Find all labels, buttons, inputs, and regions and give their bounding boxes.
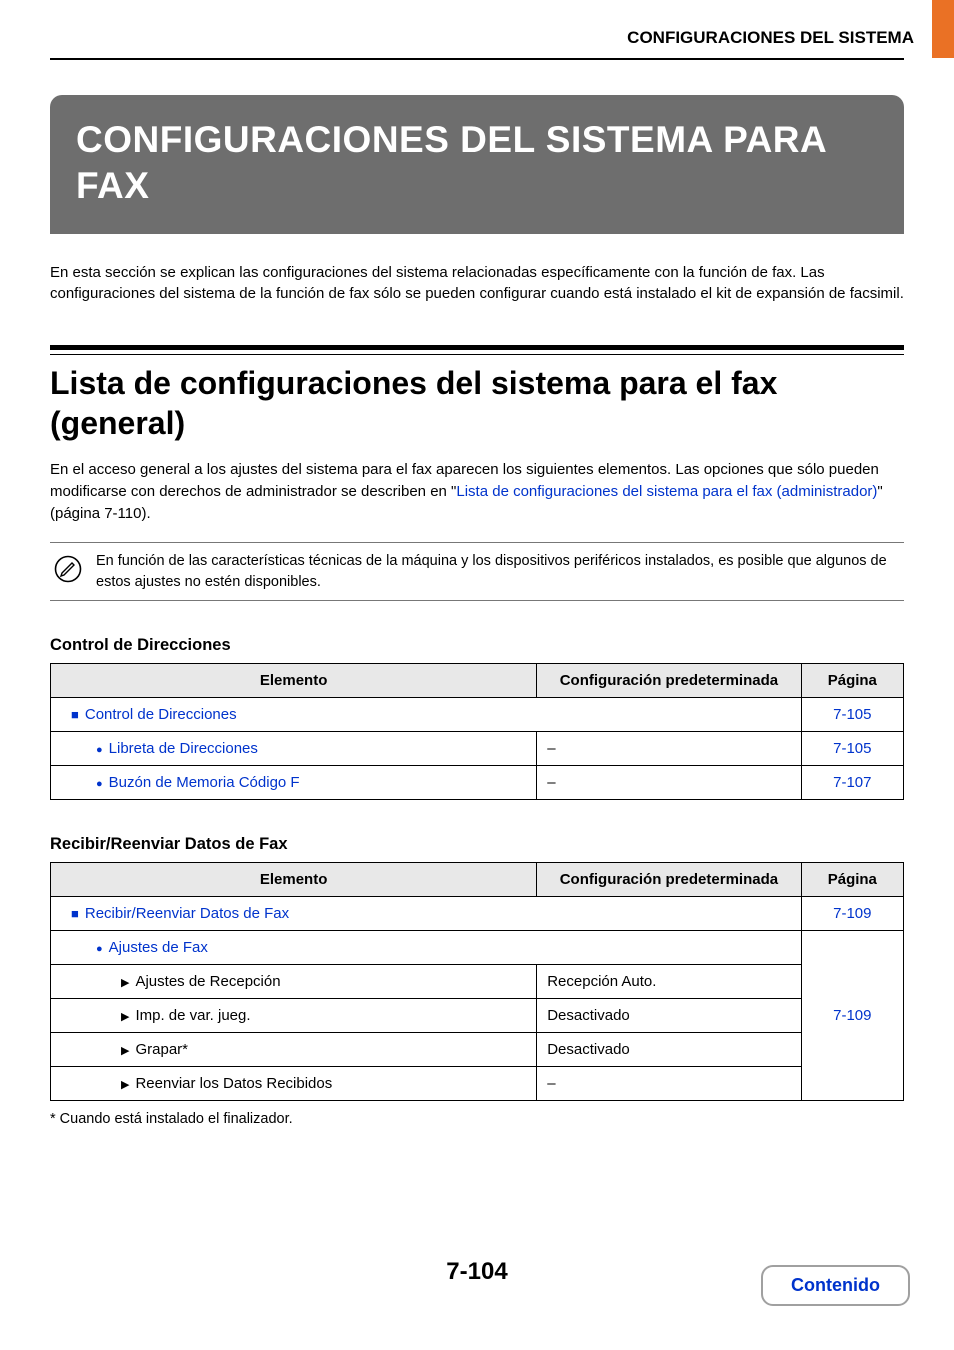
cell-element: Ajustes de Recepción xyxy=(51,964,537,998)
breadcrumb: CONFIGURACIONES DEL SISTEMA xyxy=(627,4,914,58)
cell-element: Grapar* xyxy=(51,1032,537,1066)
contents-button[interactable]: Contenido xyxy=(761,1265,910,1306)
table-block-fax: Recibir/Reenviar Datos de Fax Elemento C… xyxy=(50,835,904,1127)
table-row: Control de Direcciones 7-105 xyxy=(51,697,904,731)
cell-element[interactable]: Ajustes de Fax xyxy=(51,930,802,964)
table-block-direcciones: Control de Direcciones Elemento Configur… xyxy=(50,636,904,800)
th-page: Página xyxy=(801,663,903,697)
table-row: Imp. de var. jueg. Desactivado xyxy=(51,998,904,1032)
cell-element: Reenviar los Datos Recibidos xyxy=(51,1066,537,1100)
th-element: Elemento xyxy=(51,663,537,697)
cell-config: – xyxy=(537,1066,801,1100)
cell-config: Desactivado xyxy=(537,1032,801,1066)
cell-element[interactable]: Buzón de Memoria Código F xyxy=(51,765,537,799)
cell-page[interactable]: 7-109 xyxy=(801,896,903,930)
th-element: Elemento xyxy=(51,862,537,896)
section-divider xyxy=(50,345,904,355)
admin-list-link[interactable]: Lista de configuraciones del sistema par… xyxy=(456,483,877,500)
th-config: Configuración predeterminada xyxy=(537,862,801,896)
table-row: Reenviar los Datos Recibidos – xyxy=(51,1066,904,1100)
page-title: CONFIGURACIONES DEL SISTEMA PARA FAX xyxy=(76,117,878,210)
header-bar: CONFIGURACIONES DEL SISTEMA xyxy=(0,0,954,58)
table1-title: Control de Direcciones xyxy=(50,636,904,655)
cell-config: – xyxy=(537,765,801,799)
cell-page[interactable]: 7-105 xyxy=(801,697,903,731)
cell-config: Desactivado xyxy=(537,998,801,1032)
cell-page[interactable]: 7-105 xyxy=(801,731,903,765)
table-row: Ajustes de Fax 7-109 xyxy=(51,930,904,964)
title-banner: CONFIGURACIONES DEL SISTEMA PARA FAX xyxy=(50,95,904,234)
th-config: Configuración predeterminada xyxy=(537,663,801,697)
table-fax: Elemento Configuración predeterminada Pá… xyxy=(50,862,904,1101)
table-row: Ajustes de Recepción Recepción Auto. xyxy=(51,964,904,998)
cell-config: – xyxy=(537,731,801,765)
table-direcciones: Elemento Configuración predeterminada Pá… xyxy=(50,663,904,800)
pencil-note-icon xyxy=(54,555,82,583)
cell-element[interactable]: Recibir/Reenviar Datos de Fax xyxy=(51,896,802,930)
table-row: Recibir/Reenviar Datos de Fax 7-109 xyxy=(51,896,904,930)
section-heading: Lista de configuraciones del sistema par… xyxy=(50,363,904,443)
table-header-row: Elemento Configuración predeterminada Pá… xyxy=(51,663,904,697)
table-row: Grapar* Desactivado xyxy=(51,1032,904,1066)
cell-config: Recepción Auto. xyxy=(537,964,801,998)
table-row: Libreta de Direcciones – 7-105 xyxy=(51,731,904,765)
cell-element: Imp. de var. jueg. xyxy=(51,998,537,1032)
cell-element[interactable]: Control de Direcciones xyxy=(51,697,802,731)
note-box: En función de las características técnic… xyxy=(50,542,904,601)
cell-page[interactable]: 7-107 xyxy=(801,765,903,799)
table2-title: Recibir/Reenviar Datos de Fax xyxy=(50,835,904,854)
table-header-row: Elemento Configuración predeterminada Pá… xyxy=(51,862,904,896)
section-description: En el acceso general a los ajustes del s… xyxy=(50,459,904,524)
cell-page[interactable]: 7-109 xyxy=(801,930,903,1100)
intro-paragraph: En esta sección se explican las configur… xyxy=(50,262,904,306)
section-tab xyxy=(932,0,954,58)
cell-element[interactable]: Libreta de Direcciones xyxy=(51,731,537,765)
note-text: En función de las características técnic… xyxy=(96,551,904,592)
table-row: Buzón de Memoria Código F – 7-107 xyxy=(51,765,904,799)
th-page: Página xyxy=(801,862,903,896)
table2-footnote: * Cuando está instalado el finalizador. xyxy=(50,1111,904,1127)
page-content: CONFIGURACIONES DEL SISTEMA PARA FAX En … xyxy=(0,60,954,1127)
